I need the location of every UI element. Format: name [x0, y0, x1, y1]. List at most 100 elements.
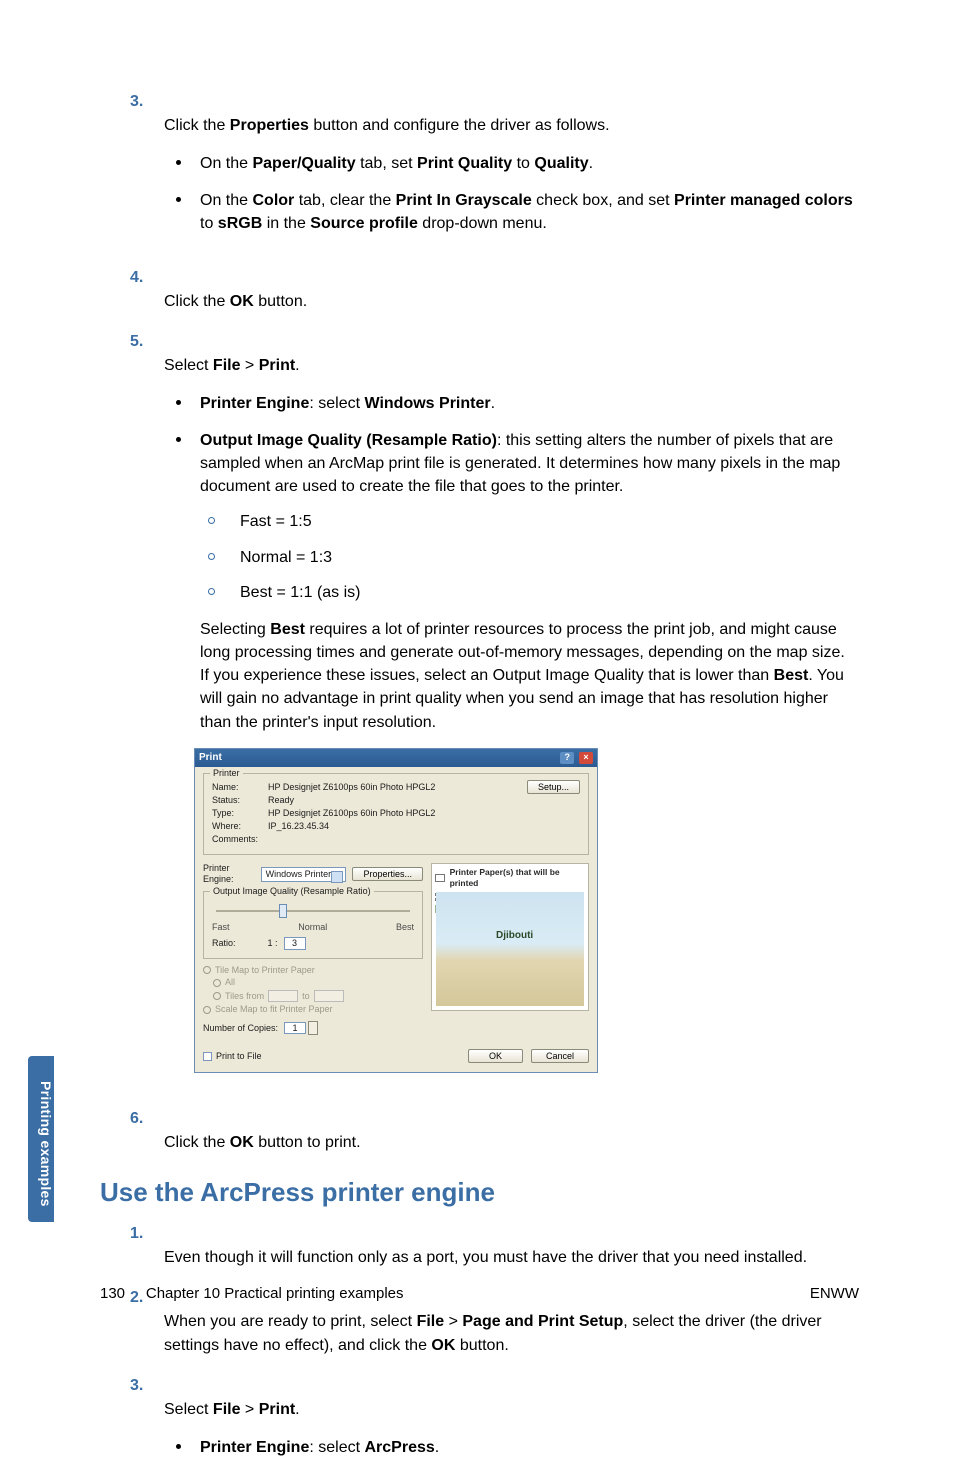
t: Properties — [230, 117, 309, 134]
properties-button[interactable]: Properties... — [352, 867, 423, 881]
lbl: Status: — [212, 795, 268, 806]
step-6: 6. Click the OK button to print. — [164, 1107, 859, 1155]
oiq-fieldset: Output Image Quality (Resample Ratio) Fa… — [203, 891, 423, 959]
dialog-title: Print — [199, 752, 222, 764]
close-icon[interactable]: × — [579, 752, 593, 764]
val: HP Designjet Z6100ps 60in Photo HPGL2 — [268, 808, 435, 819]
radio-icon — [213, 992, 221, 1000]
lbl: Name: — [212, 782, 268, 793]
t: File — [213, 1401, 241, 1418]
circle-item: Best = 1:1 (as is) — [240, 581, 855, 604]
quality-slider[interactable] — [212, 902, 414, 920]
t: Printer Engine — [200, 395, 309, 412]
print-dialog: Print ? × Printer Name:HP Designjet Z610… — [194, 748, 598, 1073]
t: tab, set — [356, 155, 417, 172]
t: . — [295, 1401, 299, 1418]
t: OK — [431, 1337, 455, 1354]
lbl: Tile Map to Printer Paper — [215, 965, 315, 976]
bullet: Output Image Quality (Resample Ratio): t… — [200, 429, 855, 734]
lbl: Comments: — [212, 834, 268, 845]
t: > — [240, 1401, 258, 1418]
bullet: Printer Engine: select Windows Printer. — [200, 392, 855, 415]
t: ArcPress — [365, 1439, 435, 1456]
print-preview: Printer Paper(s) that will be printed Ma… — [431, 863, 589, 1011]
legend: Printer — [210, 768, 243, 779]
t: button. — [455, 1337, 508, 1354]
t: OK — [230, 1134, 254, 1151]
chapter-title: Chapter 10 Practical printing examples — [146, 1285, 404, 1302]
spinner-arrows-icon[interactable] — [308, 1021, 318, 1035]
legend-swatch-icon — [435, 874, 445, 882]
step-3: 3. Click the Properties button and confi… — [164, 90, 859, 250]
lbl: to — [302, 991, 310, 1002]
printer-fieldset: Printer Name:HP Designjet Z6100ps 60in P… — [203, 773, 589, 855]
t: Page and Print Setup — [462, 1313, 623, 1330]
tile-from-input — [268, 990, 298, 1002]
t: button. — [254, 293, 307, 310]
t: in the — [262, 215, 310, 232]
radio-icon — [203, 966, 211, 974]
t: When you are ready to print, select — [164, 1313, 417, 1330]
paragraph: Selecting Best requires a lot of printer… — [200, 618, 855, 734]
section-heading: Use the ArcPress printer engine — [100, 1177, 859, 1208]
t: Select — [164, 1401, 213, 1418]
t: Paper/Quality — [252, 155, 355, 172]
val: Ready — [268, 795, 294, 806]
bullet: Printer Engine: select ArcPress. — [200, 1436, 855, 1459]
copies-stepper[interactable]: 1 — [284, 1021, 318, 1035]
bullet: On the Paper/Quality tab, set Print Qual… — [200, 152, 855, 175]
print-to-file-checkbox[interactable] — [203, 1052, 212, 1061]
t: check box, and set — [532, 192, 674, 209]
t: . — [491, 395, 495, 412]
t: Print In Grayscale — [396, 192, 532, 209]
t: Output Image Quality (Resample Ratio) — [200, 432, 497, 449]
t: Best — [270, 621, 305, 638]
t: Even though it will function only as a p… — [164, 1246, 855, 1270]
slider-thumb-icon[interactable] — [279, 904, 287, 918]
lbl: Normal — [298, 922, 327, 933]
t: Printer Engine — [200, 1439, 309, 1456]
side-tab: Printing examples — [28, 1056, 54, 1222]
step-3-num: 3. — [130, 90, 164, 114]
t: Print — [259, 357, 295, 374]
step-b1: 1. Even though it will function only as … — [164, 1222, 859, 1270]
dialog-titlebar[interactable]: Print ? × — [195, 749, 597, 768]
t: . — [435, 1439, 439, 1456]
lbl: 1 : — [268, 938, 278, 949]
step-5-num: 5. — [130, 330, 164, 354]
help-icon[interactable]: ? — [560, 752, 574, 764]
val: Windows Printer — [266, 869, 332, 879]
setup-button[interactable]: Setup... — [527, 780, 580, 794]
t: On the — [200, 155, 252, 172]
ok-button[interactable]: OK — [468, 1049, 523, 1063]
cancel-button[interactable]: Cancel — [531, 1049, 589, 1063]
circle-item: Normal = 1:3 — [240, 546, 855, 569]
tile-to-input — [314, 990, 344, 1002]
t: Printer managed colors — [674, 192, 853, 209]
step-6-num: 6. — [130, 1107, 164, 1131]
lbl: Best — [396, 922, 414, 933]
num: 1. — [130, 1222, 164, 1246]
lbl: Tiles from — [225, 991, 264, 1002]
lbl: All — [225, 977, 235, 988]
t: On the — [200, 192, 252, 209]
t: Select — [164, 357, 213, 374]
lbl: Printer Engine: — [203, 863, 255, 885]
t: Click the — [164, 1134, 230, 1151]
ratio-input[interactable]: 3 — [284, 937, 306, 950]
t: to — [512, 155, 534, 172]
t: button to print. — [254, 1134, 361, 1151]
t: Windows Printer — [365, 395, 491, 412]
lbl: Printer Paper(s) that will be printed — [448, 866, 585, 888]
t: drop-down menu. — [418, 215, 547, 232]
t: . — [295, 357, 299, 374]
lbl: Ratio: — [212, 938, 236, 949]
t: button and configure the driver as follo… — [309, 117, 610, 134]
t: . — [589, 155, 593, 172]
lbl: Print to File — [216, 1051, 262, 1062]
t: Color — [252, 192, 294, 209]
t: to — [200, 215, 218, 232]
map-label: Djibouti — [496, 930, 533, 942]
t: File — [417, 1313, 445, 1330]
printer-engine-dropdown[interactable]: Windows Printer — [261, 867, 347, 882]
